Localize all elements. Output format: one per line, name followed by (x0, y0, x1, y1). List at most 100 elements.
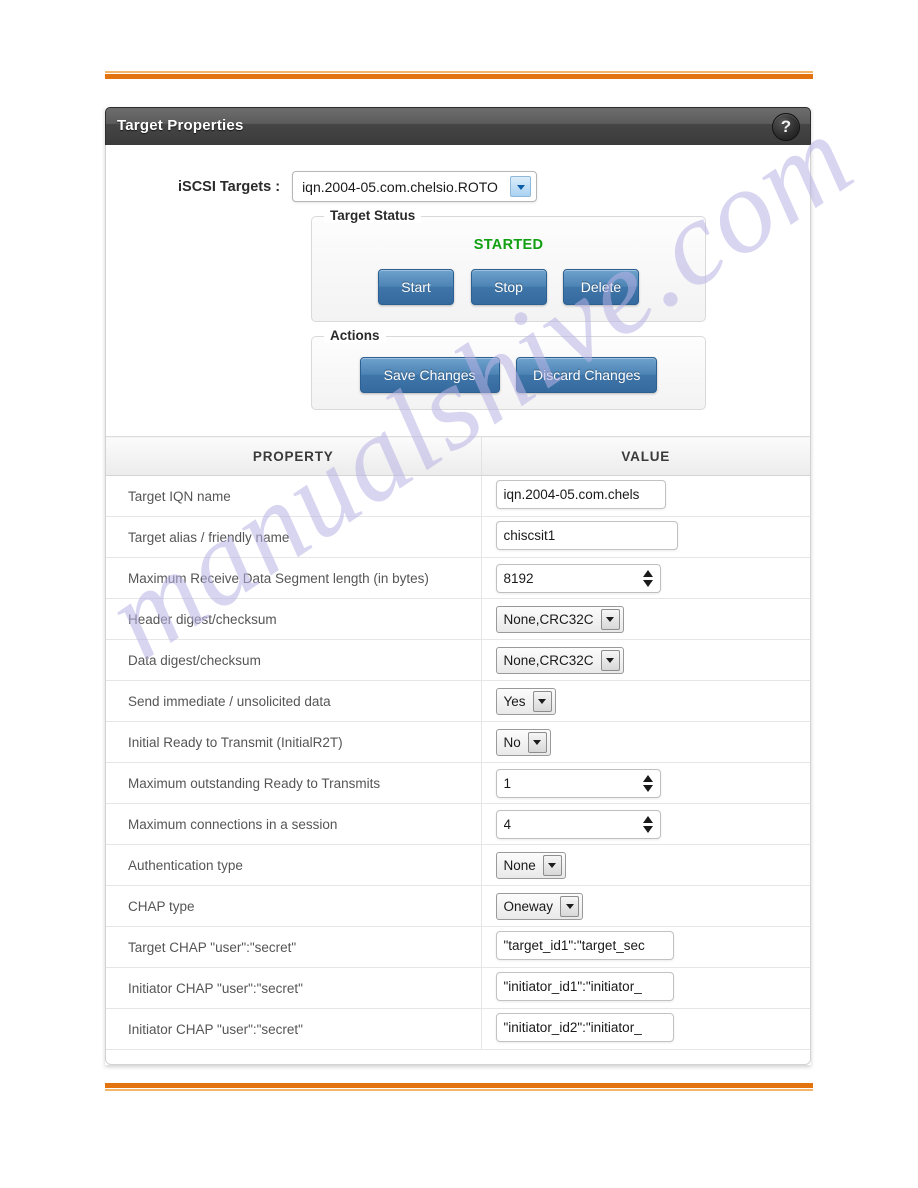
text-input[interactable]: "initiator_id1":"initiator_ (495, 972, 674, 1001)
property-value-cell: None,CRC32C (481, 639, 810, 681)
number-stepper-value: 1 (503, 775, 512, 791)
property-label: Initiator CHAP "user":"secret" (106, 1008, 482, 1050)
property-label: Header digest/checksum (106, 598, 482, 640)
table-row: Send immediate / unsolicited data Yes (106, 680, 810, 722)
iscsi-targets-selected-value: iqn.2004-05.com.chelsio.ROTO (302, 178, 498, 195)
iscsi-targets-row: iSCSI Targets : iqn.2004-05.com.chelsio.… (106, 171, 810, 202)
property-label: Send immediate / unsolicited data (106, 680, 482, 722)
target-properties-window: Target Properties ? iSCSI Targets : iqn.… (105, 107, 811, 1065)
property-value-cell: 8192 (481, 557, 810, 599)
property-value-cell: 4 (481, 803, 810, 845)
property-value-cell: None,CRC32C (481, 598, 810, 640)
iscsi-targets-label: iSCSI Targets : (178, 178, 281, 195)
text-input[interactable]: "initiator_id2":"initiator_ (495, 1013, 674, 1042)
property-value-cell: "initiator_id2":"initiator_ (481, 1008, 810, 1050)
dropdown-select[interactable]: No (495, 728, 551, 756)
status-badge: STARTED (473, 237, 544, 253)
property-label: Target IQN name (106, 475, 482, 517)
column-header-property: PROPERTY (106, 436, 482, 476)
dropdown-selected-value: None (503, 857, 536, 873)
table-header-row: PROPERTY VALUE (106, 436, 810, 476)
property-label: CHAP type (106, 885, 482, 927)
table-row: Target alias / friendly name chiscsit1 (106, 516, 810, 558)
chevron-down-icon[interactable] (560, 895, 580, 917)
number-stepper-value: 4 (503, 816, 512, 832)
save-changes-button[interactable]: Save Changes (359, 357, 500, 393)
chevron-down-icon[interactable] (600, 649, 620, 671)
property-label: Initiator CHAP "user":"secret" (106, 967, 482, 1009)
chevron-down-icon[interactable] (527, 731, 547, 753)
window-body: iSCSI Targets : iqn.2004-05.com.chelsio.… (105, 145, 811, 1065)
table-row: Header digest/checksum None,CRC32C (106, 598, 810, 640)
stepper-arrows-icon[interactable] (642, 814, 654, 835)
text-input[interactable]: chiscsit1 (495, 521, 678, 550)
target-status-legend: Target Status (324, 208, 422, 223)
property-label: Maximum connections in a session (106, 803, 482, 845)
table-row: Target IQN name iqn.2004-05.com.chels (106, 475, 810, 517)
chevron-down-icon[interactable] (510, 176, 532, 197)
text-input[interactable]: iqn.2004-05.com.chels (495, 480, 666, 509)
chevron-down-icon[interactable] (532, 690, 552, 712)
dropdown-select[interactable]: Yes (495, 687, 556, 715)
property-label: Maximum Receive Data Segment length (in … (106, 557, 482, 599)
discard-changes-button[interactable]: Discard Changes (516, 357, 658, 393)
number-stepper[interactable]: 4 (495, 809, 661, 839)
target-status-fieldset: Target Status STARTED Start Stop Delete (311, 208, 706, 322)
dropdown-selected-value: Oneway (503, 898, 554, 914)
column-header-value: VALUE (481, 436, 810, 476)
dropdown-select[interactable]: None (495, 851, 566, 879)
table-row: Maximum outstanding Ready to Transmits 1 (106, 762, 810, 804)
stepper-arrows-icon[interactable] (642, 568, 654, 589)
actions-legend: Actions (324, 328, 386, 343)
table-row: Authentication type None (106, 844, 810, 886)
table-row: Data digest/checksum None,CRC32C (106, 639, 810, 681)
properties-table-body: Target IQN name iqn.2004-05.com.chels Targ… (106, 475, 810, 1050)
page-title: Target Properties (117, 117, 244, 134)
property-label: Target alias / friendly name (106, 516, 482, 558)
property-value-cell: chiscsit1 (481, 516, 810, 558)
table-row: Maximum Receive Data Segment length (in … (106, 557, 810, 599)
table-row: Initiator CHAP "user":"secret" "initiator… (106, 967, 810, 1009)
chevron-down-icon[interactable] (600, 608, 620, 630)
table-row: Initiator CHAP "user":"secret" "initiator… (106, 1008, 810, 1050)
property-label: Initial Ready to Transmit (InitialR2T) (106, 721, 482, 763)
property-value-cell: "target_id1":"target_sec (481, 926, 810, 968)
property-label: Target CHAP "user":"secret" (106, 926, 482, 968)
property-label: Maximum outstanding Ready to Transmits (106, 762, 482, 804)
dropdown-select[interactable]: Oneway (495, 892, 584, 920)
actions-fieldset: Actions Save Changes Discard Changes (311, 328, 706, 410)
rule-thin-line (105, 71, 813, 73)
number-stepper[interactable]: 1 (495, 768, 661, 798)
dropdown-selected-value: None,CRC32C (503, 652, 594, 668)
table-row: CHAP type Oneway (106, 885, 810, 927)
dropdown-selected-value: No (503, 734, 521, 750)
page-rule-top (105, 71, 813, 79)
property-label: Authentication type (106, 844, 482, 886)
dropdown-select[interactable]: None,CRC32C (495, 646, 624, 674)
target-status-content: STARTED Start Stop Delete (312, 217, 705, 321)
delete-button[interactable]: Delete (562, 269, 639, 305)
stop-button[interactable]: Stop (470, 269, 547, 305)
text-input[interactable]: "target_id1":"target_sec (495, 931, 674, 960)
property-label: Data digest/checksum (106, 639, 482, 681)
start-button[interactable]: Start (378, 269, 455, 305)
help-icon[interactable]: ? (772, 113, 800, 141)
page-rule-bottom (105, 1083, 813, 1091)
dropdown-select[interactable]: None,CRC32C (495, 605, 624, 633)
stepper-arrows-icon[interactable] (642, 773, 654, 794)
target-status-buttons: Start Stop Delete (326, 269, 691, 305)
actions-content: Save Changes Discard Changes (312, 337, 705, 409)
number-stepper-value: 8192 (503, 570, 534, 586)
properties-table-head: PROPERTY VALUE (106, 436, 810, 476)
dropdown-selected-value: Yes (503, 693, 526, 709)
rule-thick-line (105, 74, 813, 79)
property-value-cell: iqn.2004-05.com.chels (481, 475, 810, 517)
number-stepper[interactable]: 8192 (495, 563, 661, 593)
iscsi-targets-select[interactable]: iqn.2004-05.com.chelsio.ROTO (292, 171, 538, 202)
table-row: Maximum connections in a session 4 (106, 803, 810, 845)
chevron-down-icon[interactable] (542, 854, 562, 876)
property-value-cell: None (481, 844, 810, 886)
dropdown-selected-value: None,CRC32C (503, 611, 594, 627)
form-area: iSCSI Targets : iqn.2004-05.com.chelsio.… (106, 145, 810, 420)
rule-thin-line (105, 1089, 813, 1091)
